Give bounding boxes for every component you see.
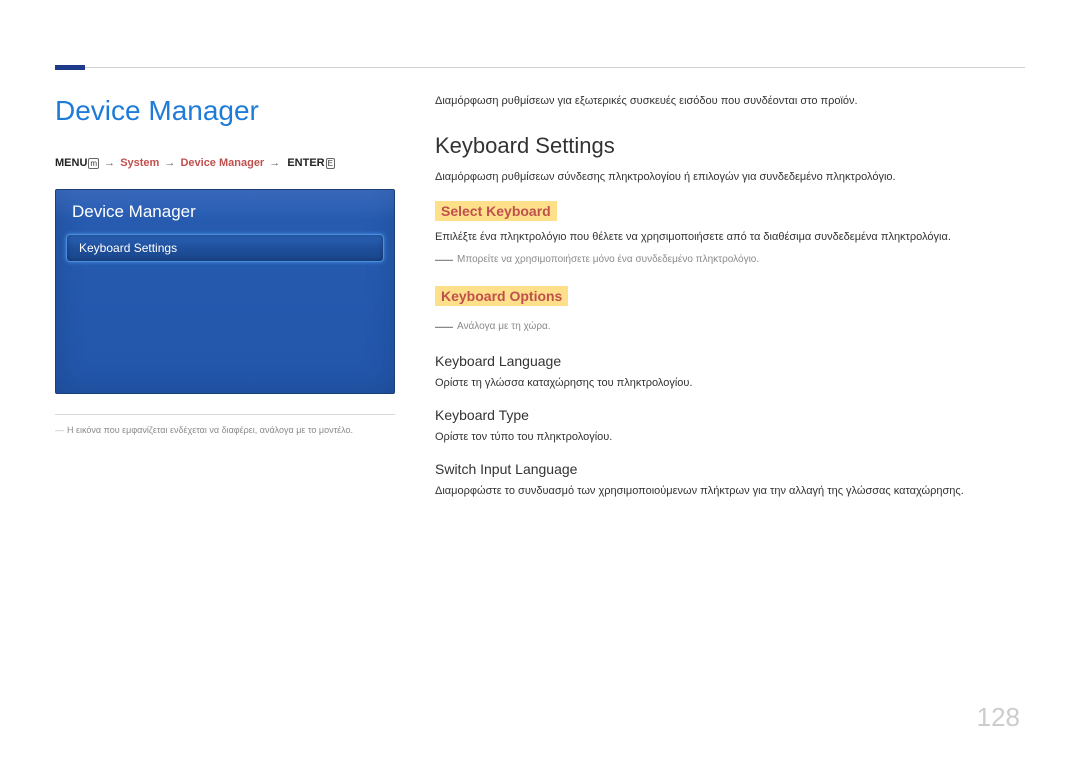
breadcrumb-arrow: → [164, 157, 175, 169]
heading-select-keyboard: Select Keyboard [435, 201, 557, 221]
note-dash-icon: ― [55, 425, 64, 435]
select-keyboard-desc: Επιλέξτε ένα πληκτρολόγιο που θέλετε να … [435, 231, 1015, 243]
osd-item-keyboard-settings[interactable]: Keyboard Settings [66, 234, 384, 262]
header-rule [85, 67, 1025, 68]
heading-keyboard-type: Keyboard Type [435, 407, 1015, 423]
menu-icon: m [88, 158, 99, 169]
breadcrumb-system: System [120, 157, 159, 169]
right-column: Διαμόρφωση ρυθμίσεων για εξωτερικές συσκ… [435, 95, 1015, 515]
model-note-text: Η εικόνα που εμφανίζεται ενδέχεται να δι… [67, 425, 353, 435]
breadcrumb: MENUm → System → Device Manager → ENTERE [55, 157, 410, 169]
section-keyboard-settings: Keyboard Settings [435, 133, 1015, 159]
page-number: 128 [977, 702, 1020, 733]
keyboard-settings-desc: Διαμόρφωση ρυθμίσεων σύνδεσης πληκτρολογ… [435, 171, 1015, 183]
heading-switch-input-language: Switch Input Language [435, 461, 1015, 477]
header-accent [55, 65, 85, 70]
keyboard-options-note: ― Ανάλογα με τη χώρα. [435, 316, 1015, 337]
dash-icon: ― [435, 249, 453, 269]
left-divider [55, 414, 395, 415]
page-title: Device Manager [55, 95, 410, 127]
keyboard-type-desc: Ορίστε τον τύπο του πληκτρολογίου. [435, 431, 1015, 443]
select-keyboard-note: ― Μπορείτε να χρησιμοποιήσετε μόνο ένα συ… [435, 249, 1015, 270]
intro-text: Διαμόρφωση ρυθμίσεων για εξωτερικές συσκ… [435, 95, 1015, 107]
keyboard-language-desc: Ορίστε τη γλώσσα καταχώρησης του πληκτρο… [435, 377, 1015, 389]
breadcrumb-device-manager: Device Manager [180, 157, 264, 169]
breadcrumb-menu: MENU [55, 157, 87, 169]
heading-keyboard-language: Keyboard Language [435, 353, 1015, 369]
page-body: Device Manager MENUm → System → Device M… [55, 95, 1025, 515]
left-column: Device Manager MENUm → System → Device M… [55, 95, 410, 435]
breadcrumb-enter: ENTER [287, 157, 324, 169]
breadcrumb-arrow: → [269, 157, 280, 169]
switch-input-language-desc: Διαμορφώστε το συνδυασμό των χρησιμοποιο… [435, 485, 1015, 497]
osd-panel: Device Manager Keyboard Settings [55, 189, 395, 394]
breadcrumb-arrow: → [104, 157, 115, 169]
heading-keyboard-options: Keyboard Options [435, 286, 568, 306]
select-keyboard-note-text: Μπορείτε να χρησιμοποιήσετε μόνο ένα συν… [457, 254, 759, 265]
osd-title: Device Manager [56, 190, 394, 232]
enter-icon: E [326, 158, 335, 169]
dash-icon: ― [435, 316, 453, 336]
model-note: ―Η εικόνα που εμφανίζεται ενδέχεται να δ… [55, 425, 410, 435]
keyboard-options-note-text: Ανάλογα με τη χώρα. [457, 321, 551, 332]
